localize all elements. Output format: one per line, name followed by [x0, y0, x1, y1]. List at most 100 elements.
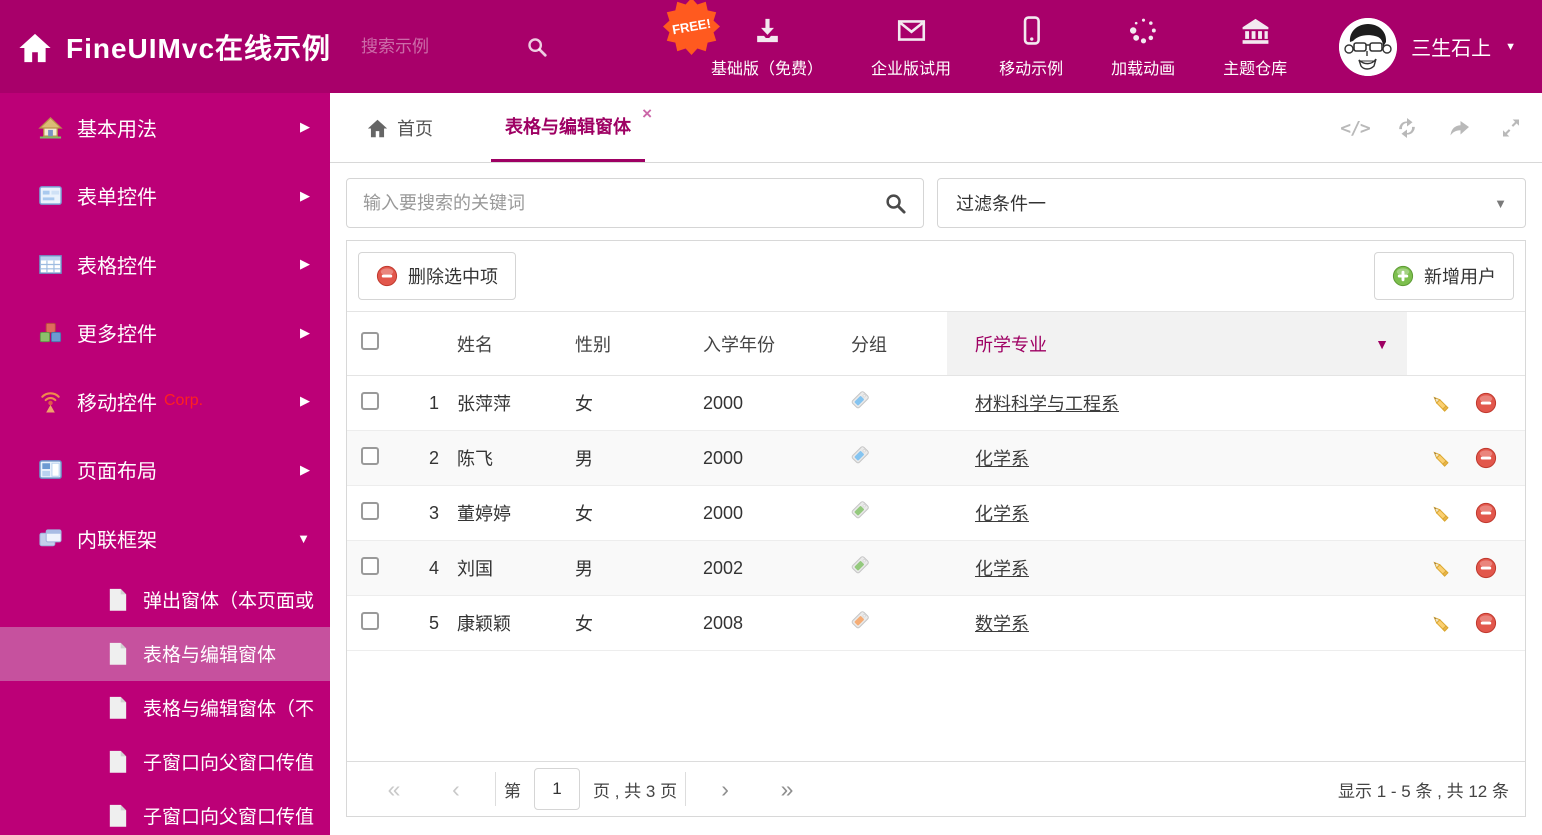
row-checkbox[interactable]: [361, 501, 379, 520]
delete-icon[interactable]: [1475, 502, 1497, 524]
sidebar-subitem-label: 表格与编辑窗体: [143, 645, 277, 666]
home-icon: [367, 118, 388, 138]
delete-icon[interactable]: [1475, 557, 1497, 579]
expand-arrow-icon: ▶: [300, 119, 310, 135]
avatar: [1339, 17, 1398, 76]
header-nav-item[interactable]: 企业版试用: [847, 15, 975, 79]
delete-icon[interactable]: [1475, 447, 1497, 469]
major-link[interactable]: 数学系: [975, 614, 1029, 634]
share-icon[interactable]: [1446, 116, 1472, 140]
expand-arrow-icon: ▶: [300, 187, 310, 203]
chevron-down-icon: ▼: [1505, 40, 1516, 53]
sidebar: 基本用法 ▶ 表单控件 ▶ 表格控件 ▶ 更多控件 ▶ 移动控件 Corp. ▶…: [0, 93, 330, 835]
close-icon[interactable]: ×: [642, 105, 652, 122]
sidebar-item[interactable]: 内联框架 ▼: [0, 504, 330, 573]
tabs: 首页 × 表格与编辑窗体 ×: [365, 93, 701, 162]
edit-icon[interactable]: [1429, 502, 1451, 524]
sidebar-item[interactable]: 表单控件 ▶: [0, 162, 330, 231]
major-link[interactable]: 化学系: [975, 449, 1029, 469]
filter-dropdown-value: 过滤条件一: [956, 194, 1046, 214]
row-checkbox[interactable]: [361, 446, 379, 465]
brand-title: FineUIMvc在线示例: [66, 32, 332, 64]
col-major[interactable]: 所学专业 ▼: [947, 312, 1407, 375]
user-menu[interactable]: 三生石上 ▼: [1311, 17, 1542, 76]
cell-year: 2002: [703, 557, 744, 578]
refresh-icon[interactable]: [1394, 116, 1420, 140]
plus-icon: [1392, 265, 1414, 287]
delete-icon[interactable]: [1475, 612, 1497, 634]
header-nav-item[interactable]: 移动示例: [975, 15, 1087, 79]
sidebar-item[interactable]: 表格控件 ▶: [0, 230, 330, 299]
file-icon: [108, 642, 128, 665]
fullscreen-icon[interactable]: [1498, 116, 1524, 140]
tab[interactable]: 首页 ×: [365, 93, 435, 162]
sidebar-subitem[interactable]: 表格与编辑窗体: [0, 626, 330, 681]
chevron-down-icon: ▼: [1375, 335, 1389, 352]
search-icon[interactable]: [884, 192, 907, 215]
table-header: 姓名 性别 入学年份 分组 所学专业 ▼: [347, 311, 1525, 376]
delete-icon[interactable]: [1475, 392, 1497, 414]
page-number-input[interactable]: [534, 768, 580, 810]
keyword-search-input[interactable]: [363, 192, 884, 214]
search-icon[interactable]: [526, 36, 548, 58]
nav-label: 加载动画: [1111, 60, 1176, 78]
tab[interactable]: 表格与编辑窗体 ×: [491, 93, 652, 162]
edit-icon[interactable]: [1429, 392, 1451, 414]
row-checkbox[interactable]: [361, 556, 379, 575]
edit-icon[interactable]: [1429, 612, 1451, 634]
cubes-icon: [38, 320, 63, 345]
cell-name: 康颖颖: [457, 614, 511, 634]
first-page-icon[interactable]: «: [363, 777, 425, 801]
sidebar-item[interactable]: 基本用法 ▶: [0, 93, 330, 162]
sidebar-item-label: 移动控件: [77, 392, 157, 415]
major-link[interactable]: 化学系: [975, 559, 1029, 579]
sidebar-subitem[interactable]: 子窗口向父窗口传值: [0, 735, 330, 789]
last-page-icon[interactable]: »: [756, 777, 818, 801]
sidebar-item-label: 表单控件: [77, 187, 157, 210]
sidebar-item[interactable]: 移动控件 Corp. ▶: [0, 367, 330, 436]
edit-icon[interactable]: [1429, 557, 1451, 579]
bank-icon: [1240, 15, 1271, 46]
header-nav-item[interactable]: 加载动画: [1087, 15, 1199, 79]
brand[interactable]: FineUIMvc在线示例: [0, 27, 331, 67]
cell-year: 2000: [703, 392, 744, 413]
source-code-icon[interactable]: </>: [1340, 116, 1370, 140]
main-area: 首页 × 表格与编辑窗体 × </> 过滤条件一 ▼ 删除选: [330, 93, 1542, 835]
nav-label: 移动示例: [999, 60, 1064, 78]
cell-name: 董婷婷: [457, 504, 511, 524]
expand-arrow-icon: ▶: [300, 324, 310, 340]
filter-dropdown[interactable]: 过滤条件一 ▼: [937, 178, 1526, 228]
frames-icon: [38, 526, 63, 551]
delete-selected-button[interactable]: 删除选中项: [358, 252, 516, 300]
sidebar-subitem[interactable]: 子窗口向父窗口传值...: [0, 789, 330, 835]
chevron-down-icon: ▼: [1494, 195, 1507, 211]
major-link[interactable]: 化学系: [975, 504, 1029, 524]
add-user-button[interactable]: 新增用户: [1374, 252, 1514, 300]
next-page-icon[interactable]: ›: [694, 777, 756, 801]
major-link[interactable]: 材料科学与工程系: [975, 394, 1119, 414]
table-row: 5 康颖颖 女 2008 数学系: [347, 596, 1525, 651]
tag-icon: [849, 555, 870, 576]
header-search-input[interactable]: [361, 36, 527, 57]
page-prefix: 第: [504, 781, 521, 801]
content: 过滤条件一 ▼ 删除选中项 新增用户 姓名 性别 入学年份: [330, 163, 1542, 817]
prev-page-icon[interactable]: ‹: [425, 777, 487, 801]
header-nav-item[interactable]: FREE! 基础版（免费）: [663, 0, 847, 79]
sidebar-subitem[interactable]: 弹出窗体（本页面或...: [0, 573, 330, 627]
table-row: 3 董婷婷 女 2000 化学系: [347, 486, 1525, 541]
cell-name: 陈飞: [457, 449, 493, 469]
expand-arrow-icon: ▶: [300, 393, 310, 409]
sidebar-item[interactable]: 页面布局 ▶: [0, 436, 330, 505]
col-group: 分组: [851, 334, 887, 355]
select-all-checkbox[interactable]: [361, 332, 379, 350]
edit-icon[interactable]: [1429, 447, 1451, 469]
row-checkbox[interactable]: [361, 391, 379, 410]
cell-year: 2000: [703, 447, 744, 468]
sidebar-subitem[interactable]: 表格与编辑窗体（不...: [0, 681, 330, 735]
sidebar-item[interactable]: 更多控件 ▶: [0, 299, 330, 368]
sidebar-item-label: 内联框架: [77, 529, 157, 552]
tab-label: 首页: [397, 118, 433, 139]
row-checkbox[interactable]: [361, 611, 379, 630]
header-nav-item[interactable]: 主题仓库: [1199, 15, 1311, 79]
cell-gender: 女: [575, 504, 593, 524]
